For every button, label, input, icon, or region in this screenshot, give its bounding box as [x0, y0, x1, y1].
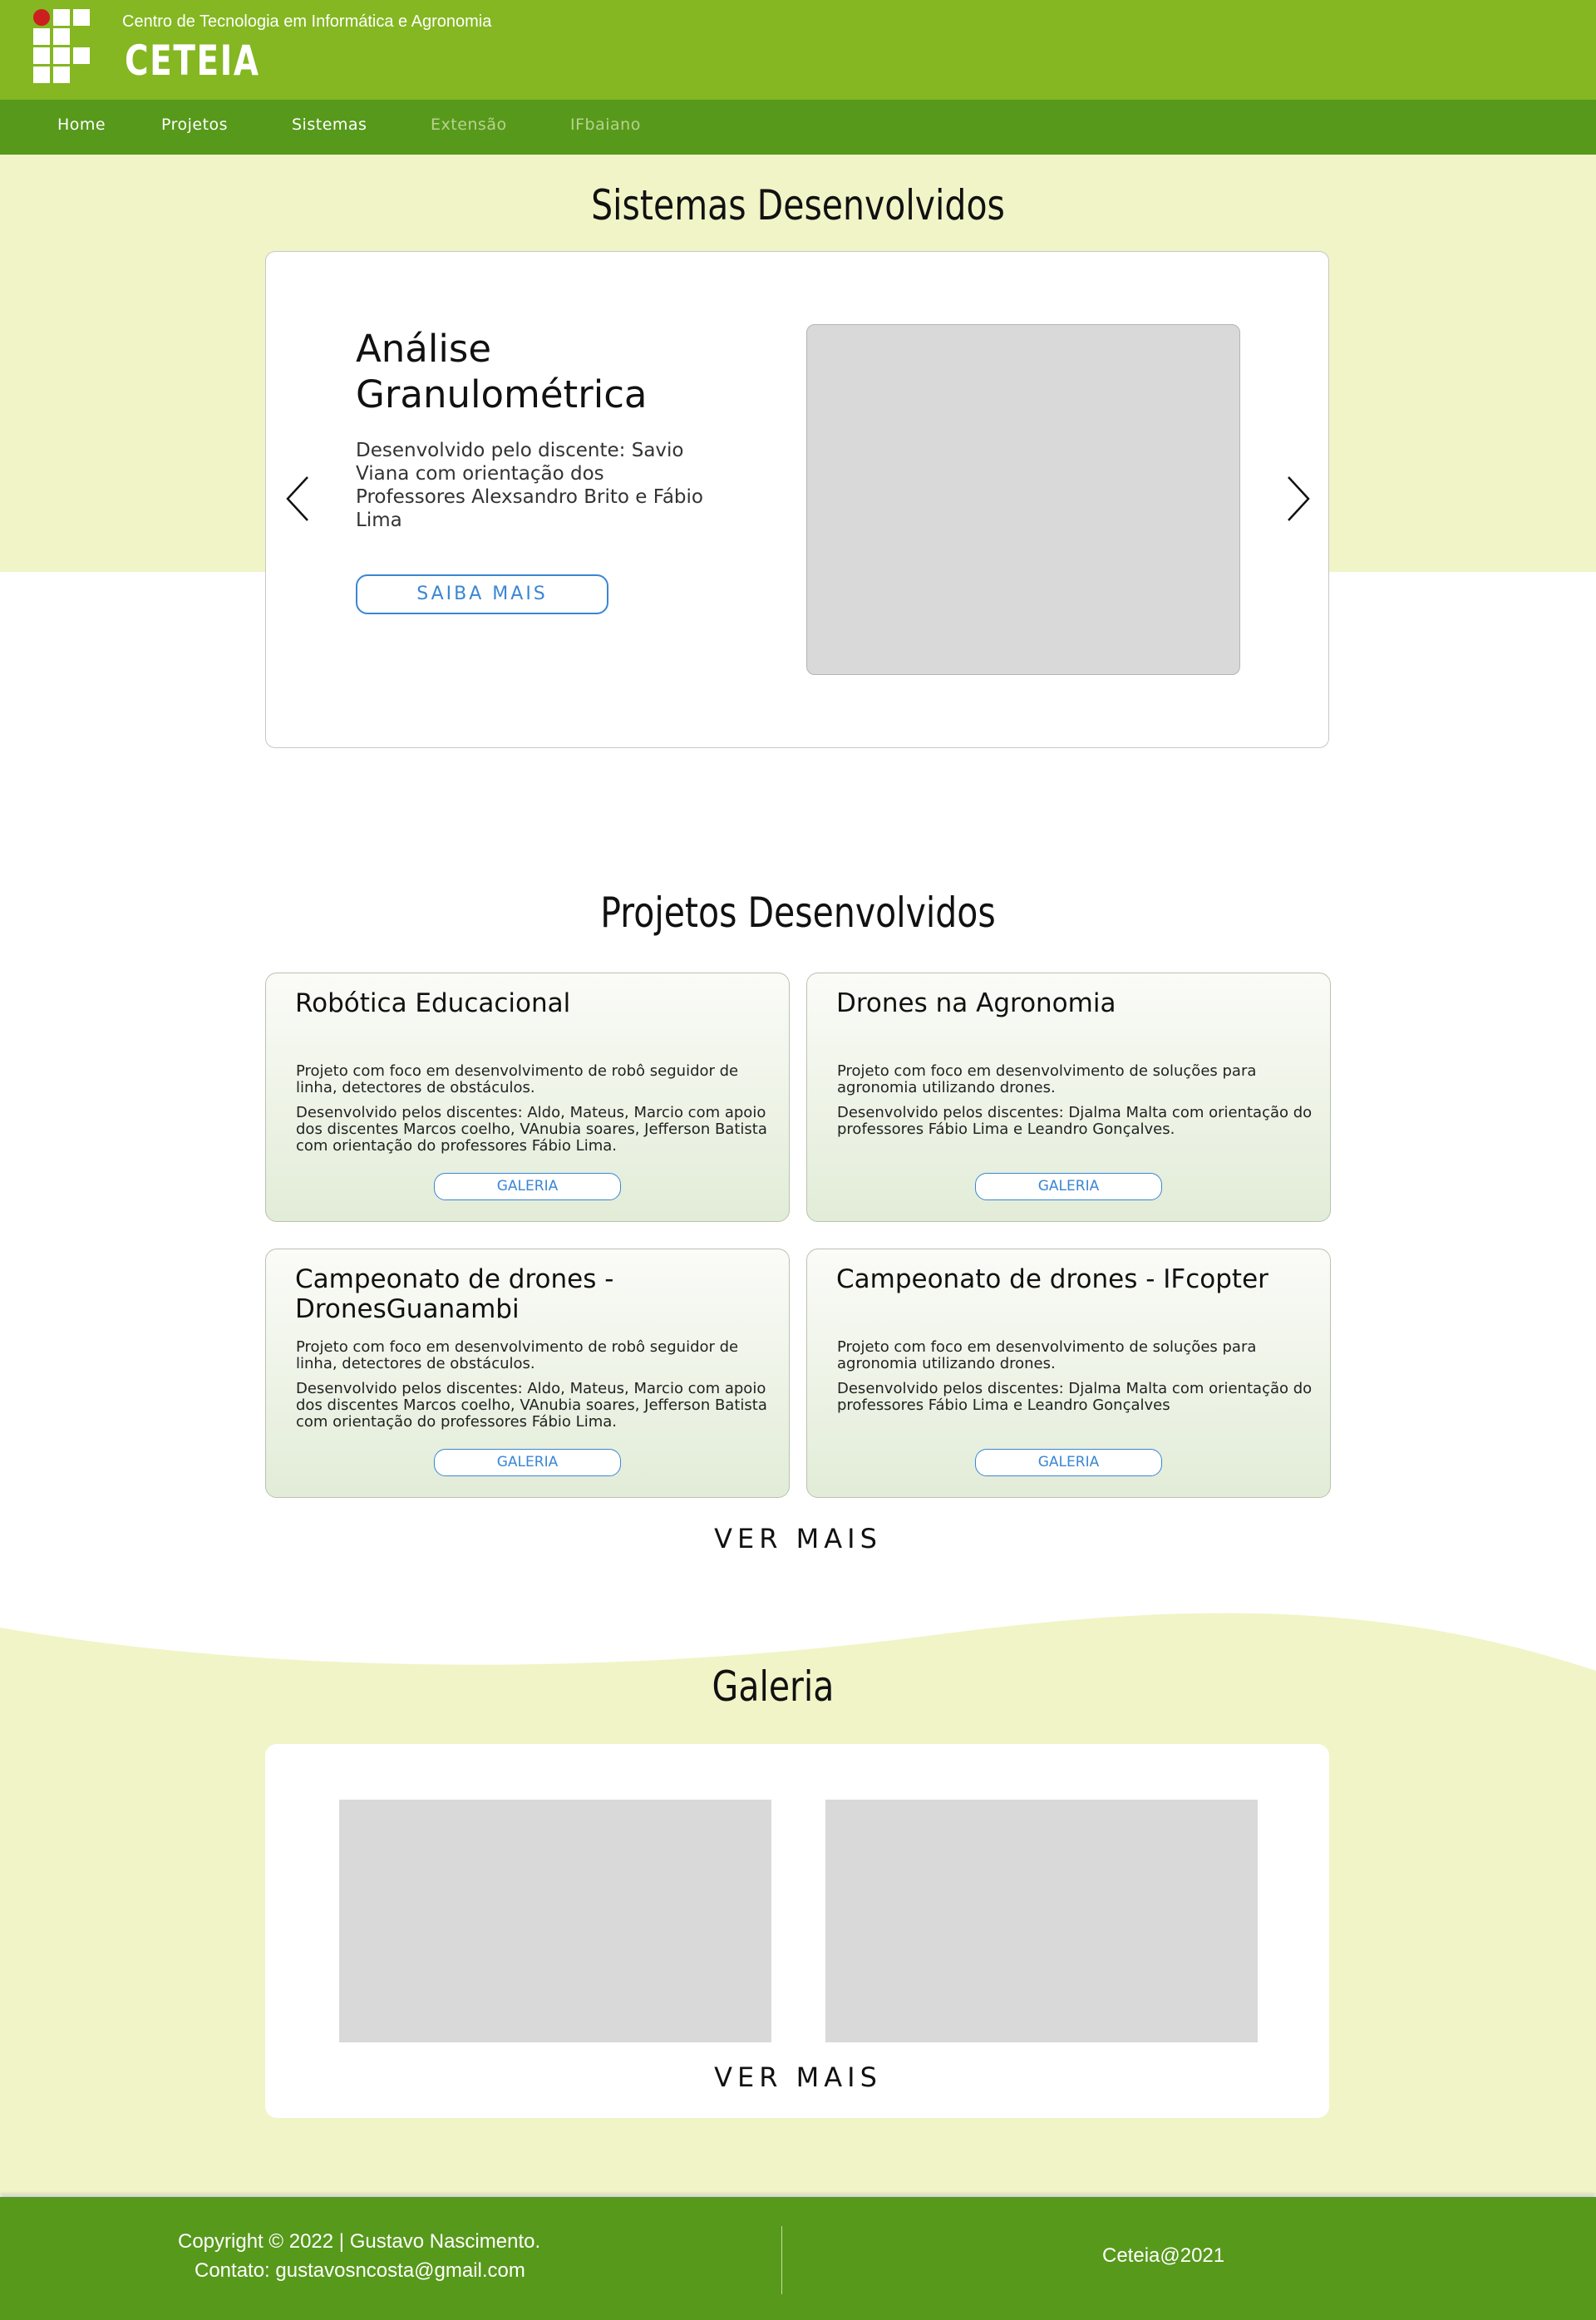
nav-item-projetos[interactable]: Projetos: [161, 116, 228, 134]
project-credits: Desenvolvido pelos discentes: Djalma Mal…: [837, 1380, 1313, 1414]
chevron-left-icon[interactable]: [283, 474, 316, 524]
galeria-button[interactable]: GALERIA: [975, 1173, 1162, 1200]
galeria-button[interactable]: GALERIA: [434, 1173, 621, 1200]
footer-right-text: Ceteia@2021: [1102, 2244, 1225, 2267]
footer-contact: Contato: gustavosncosta@gmail.com: [195, 2259, 525, 2282]
project-card: Robótica Educacional Projeto com foco em…: [265, 973, 790, 1222]
nav-item-home[interactable]: Home: [57, 116, 106, 134]
nav-item-ifbaiano[interactable]: IFbaiano: [570, 116, 641, 134]
chevron-right-icon[interactable]: [1280, 474, 1313, 524]
galeria-button[interactable]: GALERIA: [434, 1449, 621, 1476]
project-credits: Desenvolvido pelos discentes: Aldo, Mate…: [296, 1380, 767, 1431]
project-title: Robótica Educacional: [295, 988, 571, 1018]
nav-item-sistemas[interactable]: Sistemas: [292, 116, 367, 134]
project-summary: Projeto com foco em desenvolvimento de s…: [837, 1338, 1257, 1372]
gallery-image[interactable]: [339, 1800, 771, 2042]
site-brand[interactable]: CETEIA: [125, 37, 260, 85]
gallery-ver-mais-link[interactable]: VER MAIS: [0, 2061, 1596, 2093]
gallery-image[interactable]: [825, 1800, 1258, 2042]
project-card: Campeonato de drones - DronesGuanambi Pr…: [265, 1249, 790, 1498]
systems-section-title: Sistemas Desenvolvidos: [591, 181, 1005, 229]
galeria-button[interactable]: GALERIA: [975, 1449, 1162, 1476]
nav-item-extensao[interactable]: Extensão: [431, 116, 507, 134]
project-summary: Projeto com foco em desenvolvimento de s…: [837, 1062, 1257, 1096]
footer-copyright: Copyright © 2022 | Gustavo Nascimento.: [178, 2230, 541, 2253]
project-title: Campeonato de drones - IFcopter: [836, 1264, 1268, 1294]
project-summary: Projeto com foco em desenvolvimento de r…: [296, 1062, 739, 1096]
footer-divider: [781, 2226, 782, 2294]
project-title: Drones na Agronomia: [836, 988, 1116, 1018]
site-footer: [0, 2197, 1596, 2320]
site-subtitle: Centro de Tecnologia em Informática e Ag…: [122, 12, 492, 31]
gallery-section-title: Galeria: [712, 1662, 835, 1711]
project-credits: Desenvolvido pelos discentes: Aldo, Mate…: [296, 1104, 767, 1155]
project-summary: Projeto com foco em desenvolvimento de r…: [296, 1338, 739, 1372]
slide-description: Desenvolvido pelo discente: Savio Viana …: [356, 440, 703, 531]
project-title: Campeonato de drones - DronesGuanambi: [295, 1264, 614, 1324]
main-nav: Home Projetos Sistemas Extensão IFbaiano: [0, 100, 1596, 155]
slide-image: [806, 324, 1240, 675]
ifbaiano-logo-icon[interactable]: [33, 9, 90, 84]
projects-ver-mais-link[interactable]: VER MAIS: [0, 1523, 1596, 1554]
project-card: Drones na Agronomia Projeto com foco em …: [806, 973, 1331, 1222]
project-card: Campeonato de drones - IFcopter Projeto …: [806, 1249, 1331, 1498]
slide-title: Análise Granulométrica: [356, 327, 648, 416]
saiba-mais-button[interactable]: SAIBA MAIS: [356, 574, 608, 614]
site-header: Centro de Tecnologia em Informática e Ag…: [0, 0, 1596, 100]
project-credits: Desenvolvido pelos discentes: Djalma Mal…: [837, 1104, 1313, 1138]
projects-section-title: Projetos Desenvolvidos: [600, 889, 996, 937]
